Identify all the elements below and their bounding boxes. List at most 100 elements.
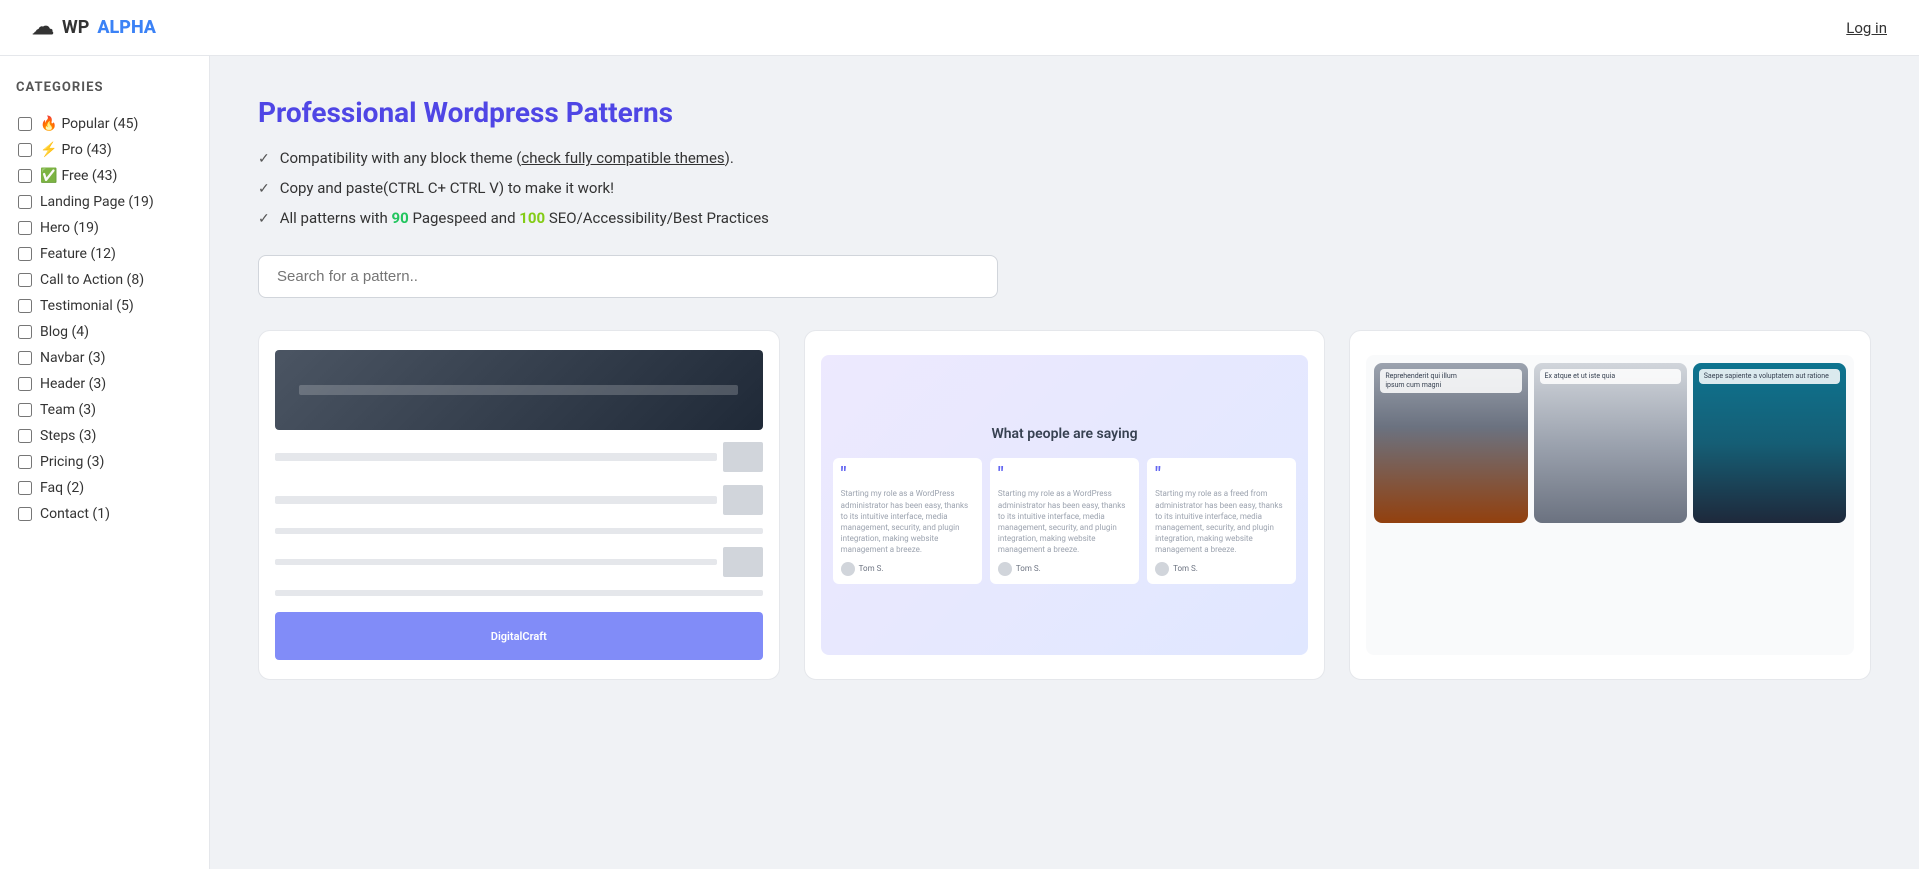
checkbox-testimonial[interactable]	[18, 299, 32, 313]
card2-preview: What people are saying " Starting my rol…	[821, 355, 1309, 655]
logo-alpha: ALPHA	[97, 17, 156, 38]
checkbox-steps[interactable]	[18, 429, 32, 443]
author-1: Tom S.	[841, 562, 974, 576]
checkbox-landing-page[interactable]	[18, 195, 32, 209]
category-text-navbar: Navbar (3)	[40, 350, 106, 366]
checkbox-popular[interactable]	[18, 117, 32, 131]
main-content: Professional Wordpress Patterns ✓ Compat…	[210, 56, 1919, 869]
top-navigation: ☁ WP ALPHA Log in	[0, 0, 1919, 56]
sidebar-item-testimonial[interactable]: Testimonial (5)	[16, 293, 193, 319]
checkbox-faq[interactable]	[18, 481, 32, 495]
card-landing-inner: DigitalCraft	[259, 331, 779, 679]
sidebar-item-navbar[interactable]: Navbar (3)	[16, 345, 193, 371]
avatar-1	[841, 562, 855, 576]
category-text-free: Free (43)	[61, 168, 117, 184]
category-text-steps: Steps (3)	[40, 428, 96, 444]
quote-mark-3: "	[1155, 466, 1288, 484]
sidebar-item-faq[interactable]: Faq (2)	[16, 475, 193, 501]
sidebar-item-steps[interactable]: Steps (3)	[16, 423, 193, 449]
category-text-faq: Faq (2)	[40, 480, 84, 496]
checkbox-blog[interactable]	[18, 325, 32, 339]
checkbox-feature[interactable]	[18, 247, 32, 261]
check-icon-2: ✓	[258, 181, 270, 197]
category-text-landing-page: Landing Page (19)	[40, 194, 154, 210]
pattern-card-testimonial[interactable]: What people are saying " Starting my rol…	[804, 330, 1326, 680]
card3-img-3: Saepe sapiente a voluptatem aut ratione	[1693, 363, 1846, 523]
card1-row-1	[275, 438, 763, 476]
card1-text-4	[275, 559, 717, 565]
card2-title: What people are saying	[991, 426, 1137, 442]
category-label-faq: Faq (2)	[40, 480, 84, 496]
logo[interactable]: ☁ WP ALPHA	[32, 15, 156, 40]
card1-row-2	[275, 481, 763, 519]
card1-text-1	[275, 453, 717, 461]
category-icon-free: ✅	[40, 168, 57, 184]
compat-link[interactable]: check fully compatible themes	[521, 149, 724, 167]
card1-row-3	[275, 524, 763, 538]
categories-list: 🔥Popular (45)⚡Pro (43)✅Free (43)Landing …	[16, 111, 193, 527]
checkbox-pricing[interactable]	[18, 455, 32, 469]
sidebar-item-contact[interactable]: Contact (1)	[16, 501, 193, 527]
sidebar-item-landing-page[interactable]: Landing Page (19)	[16, 189, 193, 215]
card2-quotes: " Starting my role as a WordPress admini…	[833, 458, 1297, 583]
category-label-team: Team (3)	[40, 402, 96, 418]
card3-img-label-3: Saepe sapiente a voluptatem aut ratione	[1699, 369, 1840, 384]
sidebar-item-pro[interactable]: ⚡Pro (43)	[16, 137, 193, 163]
author-3: Tom S.	[1155, 562, 1288, 576]
card1-bottom-label: DigitalCraft	[491, 630, 547, 643]
check-icon-3: ✓	[258, 211, 270, 227]
sidebar-item-team[interactable]: Team (3)	[16, 397, 193, 423]
card3-images: Reprehenderit qui illum ipsum cum magni …	[1366, 355, 1854, 531]
card1-rows	[275, 438, 763, 600]
checkbox-header[interactable]	[18, 377, 32, 391]
category-label-blog: Blog (4)	[40, 324, 89, 340]
page-layout: CATEGORIES 🔥Popular (45)⚡Pro (43)✅Free (…	[0, 56, 1919, 869]
feature-compat-text: Compatibility with any block theme (chec…	[280, 149, 734, 167]
author-name-1: Tom S.	[859, 564, 884, 573]
pattern-card-hero[interactable]: Reprehenderit qui illum ipsum cum magni …	[1349, 330, 1871, 680]
category-text-feature: Feature (12)	[40, 246, 116, 262]
category-label-testimonial: Testimonial (5)	[40, 298, 134, 314]
card3-img-1: Reprehenderit qui illum ipsum cum magni	[1374, 363, 1527, 523]
checkbox-free[interactable]	[18, 169, 32, 183]
checkbox-hero[interactable]	[18, 221, 32, 235]
check-icon-1: ✓	[258, 151, 270, 167]
card1-hero	[275, 350, 763, 430]
checkbox-cta[interactable]	[18, 273, 32, 287]
quote-text-3: Starting my role as a freed from adminis…	[1155, 488, 1288, 555]
category-label-header: Header (3)	[40, 376, 106, 392]
sidebar-item-free[interactable]: ✅Free (43)	[16, 163, 193, 189]
card1-hero-img	[275, 350, 763, 430]
author-name-2: Tom S.	[1016, 564, 1041, 573]
category-text-blog: Blog (4)	[40, 324, 89, 340]
card3-img-label-1: Reprehenderit qui illum ipsum cum magni	[1380, 369, 1521, 393]
category-label-landing-page: Landing Page (19)	[40, 194, 154, 210]
card2-quote-3: " Starting my role as a freed from admin…	[1147, 458, 1296, 583]
cloud-icon: ☁	[32, 15, 54, 40]
checkbox-contact[interactable]	[18, 507, 32, 521]
card1-text-2	[275, 496, 717, 504]
category-label-cta: Call to Action (8)	[40, 272, 144, 288]
category-text-contact: Contact (1)	[40, 506, 110, 522]
quote-text-2: Starting my role as a WordPress administ…	[998, 488, 1131, 555]
sidebar-item-hero[interactable]: Hero (19)	[16, 215, 193, 241]
category-label-hero: Hero (19)	[40, 220, 99, 236]
card1-bottom: DigitalCraft	[275, 612, 763, 660]
sidebar-item-cta[interactable]: Call to Action (8)	[16, 267, 193, 293]
checkbox-team[interactable]	[18, 403, 32, 417]
card1-row-4	[275, 543, 763, 581]
sidebar-item-feature[interactable]: Feature (12)	[16, 241, 193, 267]
card3-img-label-2: Ex atque et ut iste quia	[1540, 369, 1681, 384]
pattern-card-landing[interactable]: DigitalCraft	[258, 330, 780, 680]
feature-copy: ✓ Copy and paste(CTRL C+ CTRL V) to make…	[258, 179, 1871, 197]
sidebar-item-header[interactable]: Header (3)	[16, 371, 193, 397]
login-link[interactable]: Log in	[1846, 19, 1887, 37]
sidebar-item-popular[interactable]: 🔥Popular (45)	[16, 111, 193, 137]
search-input[interactable]	[258, 255, 998, 298]
sidebar-item-blog[interactable]: Blog (4)	[16, 319, 193, 345]
logo-wp: WP	[62, 17, 89, 38]
checkbox-pro[interactable]	[18, 143, 32, 157]
category-text-testimonial: Testimonial (5)	[40, 298, 134, 314]
checkbox-navbar[interactable]	[18, 351, 32, 365]
sidebar-item-pricing[interactable]: Pricing (3)	[16, 449, 193, 475]
